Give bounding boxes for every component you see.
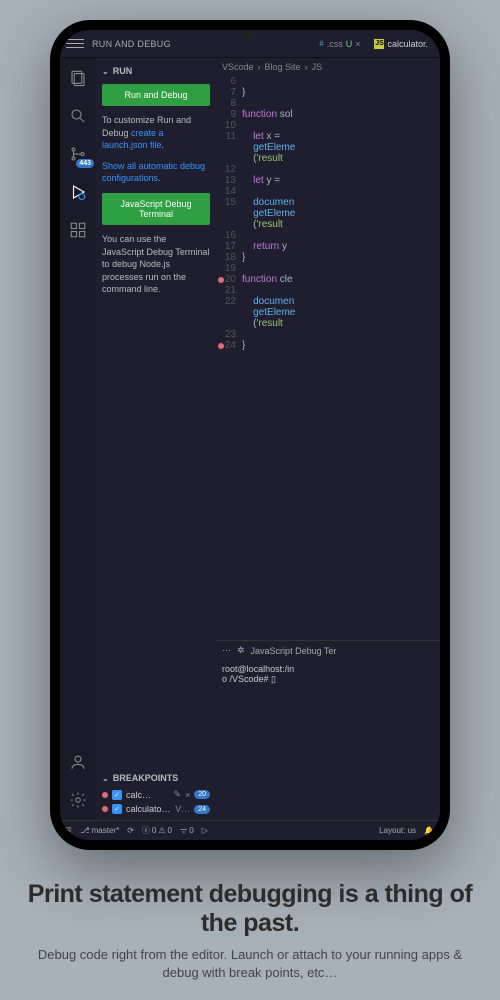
ports[interactable]: ᯤ0 bbox=[180, 825, 194, 836]
remote-icon[interactable]: ⎘ bbox=[66, 826, 72, 836]
code-line[interactable]: 7} bbox=[216, 87, 440, 98]
terminal-header[interactable]: ⋯ ✲ JavaScript Debug Ter bbox=[216, 640, 440, 660]
code-line[interactable]: 24} bbox=[216, 340, 440, 351]
run-debug-sidebar: ⌄RUN Run and Debug To customize Run and … bbox=[96, 58, 216, 820]
breadcrumb[interactable]: VScode› Blog Site› JS bbox=[216, 58, 440, 76]
show-auto-configs-link[interactable]: Show all automatic debug configurations bbox=[102, 161, 205, 184]
more-icon[interactable]: ⋯ bbox=[222, 645, 231, 656]
code-line[interactable]: ('result bbox=[216, 219, 440, 230]
tab-close-icon[interactable]: × bbox=[355, 39, 360, 49]
code-line[interactable]: 21 bbox=[216, 285, 440, 296]
explorer-icon[interactable] bbox=[68, 68, 88, 88]
code-line[interactable]: getEleme bbox=[216, 142, 440, 153]
code-line[interactable]: 10 bbox=[216, 120, 440, 131]
tab-label: calculator. bbox=[387, 39, 428, 49]
code-line[interactable]: getEleme bbox=[216, 307, 440, 318]
scm-badge: 443 bbox=[76, 159, 94, 168]
css-file-icon: # bbox=[319, 39, 323, 48]
topbar: RUN AND DEBUG # .css U × JS calculator. bbox=[60, 30, 440, 58]
line-badge: 24 bbox=[194, 805, 210, 814]
git-branch[interactable]: ⎇master* bbox=[80, 826, 119, 835]
chevron-down-icon: ⌄ bbox=[102, 774, 109, 783]
chevron-down-icon: ⌄ bbox=[102, 67, 109, 76]
code-line[interactable]: 11 let x = bbox=[216, 131, 440, 142]
error-icon: ⓧ bbox=[142, 825, 150, 836]
terminal[interactable]: root@localhost:/in o /VScode# ▯ bbox=[216, 660, 440, 820]
code-line[interactable]: 18} bbox=[216, 252, 440, 263]
customize-hint: To customize Run and Debug create a laun… bbox=[102, 114, 210, 152]
warning-icon: ⚠ bbox=[158, 826, 165, 835]
panel-title: RUN AND DEBUG bbox=[92, 39, 171, 49]
headline: Print statement debugging is a thing of … bbox=[20, 880, 480, 938]
code-editor[interactable]: 67}89function sol1011 let x = getEleme (… bbox=[216, 76, 440, 640]
breakpoint-dot-icon bbox=[102, 792, 108, 798]
run-and-debug-button[interactable]: Run and Debug bbox=[102, 84, 210, 106]
run-debug-icon[interactable] bbox=[68, 182, 88, 202]
status-bar: ⎘ ⎇master* ⟳ ⓧ0 ⚠0 ᯤ0 ▷ Layout: us 🔔 bbox=[60, 820, 440, 840]
problems[interactable]: ⓧ0 ⚠0 bbox=[142, 825, 172, 836]
tab-modified: U bbox=[346, 39, 353, 49]
js-file-icon: JS bbox=[374, 39, 384, 49]
breakpoint-checkbox[interactable]: ✓ bbox=[112, 804, 122, 814]
breakpoint-row[interactable]: ✓ calc… ✎ × 20 bbox=[96, 787, 216, 802]
code-line[interactable]: 6 bbox=[216, 76, 440, 87]
tab-css[interactable]: # .css U × bbox=[313, 35, 366, 53]
run-section-header[interactable]: ⌄RUN bbox=[96, 62, 216, 80]
branch-icon: ⎇ bbox=[80, 826, 89, 835]
code-line[interactable]: 13 let y = bbox=[216, 175, 440, 186]
code-line[interactable]: 16 bbox=[216, 230, 440, 241]
code-line[interactable]: ('result bbox=[216, 153, 440, 164]
code-line[interactable]: 9function sol bbox=[216, 109, 440, 120]
remove-icon[interactable]: × bbox=[185, 790, 190, 800]
extensions-icon[interactable] bbox=[68, 220, 88, 240]
code-line[interactable]: 14 bbox=[216, 186, 440, 197]
terminal-hint: You can use the JavaScript Debug Termina… bbox=[102, 233, 210, 296]
code-line[interactable]: 19 bbox=[216, 263, 440, 274]
code-line[interactable]: getEleme bbox=[216, 208, 440, 219]
code-line[interactable]: 15 documen bbox=[216, 197, 440, 208]
code-line[interactable]: ('result bbox=[216, 318, 440, 329]
marketing-caption: Print statement debugging is a thing of … bbox=[20, 880, 480, 982]
code-line[interactable]: 12 bbox=[216, 164, 440, 175]
bell-icon[interactable]: 🔔 bbox=[424, 826, 434, 835]
code-line[interactable]: 17 return y bbox=[216, 241, 440, 252]
hamburger-menu-icon[interactable] bbox=[66, 35, 84, 52]
editor-tabs: # .css U × JS calculator. bbox=[313, 35, 434, 53]
js-debug-terminal-button[interactable]: JavaScript Debug Terminal bbox=[102, 193, 210, 225]
activity-bar: 443 bbox=[60, 58, 96, 820]
breakpoints-section: ⌄BREAKPOINTS ✓ calc… ✎ × 20 ✓ calculator… bbox=[96, 769, 216, 816]
breakpoint-dot-icon bbox=[102, 806, 108, 812]
breakpoint-checkbox[interactable]: ✓ bbox=[112, 790, 122, 800]
tab-js[interactable]: JS calculator. bbox=[368, 35, 434, 53]
edit-icon[interactable]: ✎ bbox=[173, 789, 181, 800]
tab-label: .css bbox=[327, 39, 343, 49]
debug-icon: ✲ bbox=[237, 645, 245, 656]
screen: RUN AND DEBUG # .css U × JS calculator. … bbox=[60, 30, 440, 840]
phone-frame: RUN AND DEBUG # .css U × JS calculator. … bbox=[50, 20, 450, 850]
layout-indicator[interactable]: Layout: us bbox=[379, 826, 416, 835]
account-icon[interactable] bbox=[68, 752, 88, 772]
auto-configs-hint: Show all automatic debug configurations. bbox=[102, 160, 210, 185]
breakpoint-marker-icon[interactable] bbox=[218, 343, 224, 349]
line-badge: 20 bbox=[194, 790, 210, 799]
main-area: 443 ⌄RUN Run and Debug To customize Run … bbox=[60, 58, 440, 820]
code-line[interactable]: 23 bbox=[216, 329, 440, 340]
breakpoint-row[interactable]: ✓ calculator.js V… 24 bbox=[96, 802, 216, 816]
sync-icon[interactable]: ⟳ bbox=[127, 826, 134, 835]
debug-status-icon[interactable]: ▷ bbox=[202, 826, 208, 835]
breakpoints-header[interactable]: ⌄BREAKPOINTS bbox=[96, 769, 216, 787]
code-line[interactable]: 22 documen bbox=[216, 296, 440, 307]
subheadline: Debug code right from the editor. Launch… bbox=[20, 946, 480, 982]
breakpoint-marker-icon[interactable] bbox=[218, 277, 224, 283]
search-icon[interactable] bbox=[68, 106, 88, 126]
code-line[interactable]: 20function cle bbox=[216, 274, 440, 285]
settings-gear-icon[interactable] bbox=[68, 790, 88, 810]
editor-pane: VScode› Blog Site› JS 67}89function sol1… bbox=[216, 58, 440, 820]
code-line[interactable]: 8 bbox=[216, 98, 440, 109]
antenna-icon: ᯤ bbox=[180, 825, 187, 836]
source-control-icon[interactable]: 443 bbox=[68, 144, 88, 164]
